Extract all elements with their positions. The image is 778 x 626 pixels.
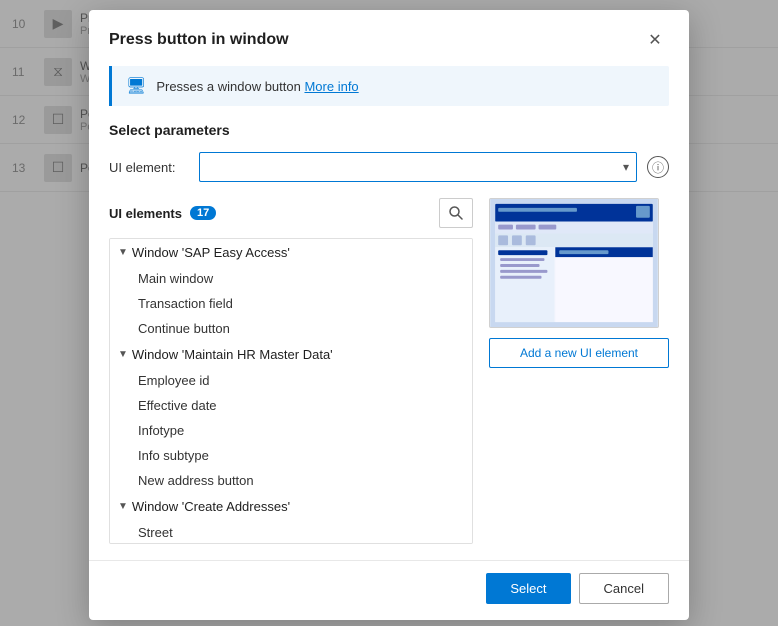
modal-header: Press button in window ✕	[89, 10, 689, 66]
more-info-link[interactable]: More info	[304, 79, 358, 94]
tree-item-transaction-field[interactable]: Transaction field	[110, 291, 472, 316]
ui-element-label: UI element:	[109, 160, 189, 175]
preview-image	[489, 198, 659, 328]
info-banner: 🖥 Presses a window button More info	[109, 66, 669, 106]
ui-element-select-wrapper: ▾	[199, 152, 637, 182]
tree-item-info-subtype[interactable]: Info subtype	[110, 443, 472, 468]
tree-group-maintain-hr: ▼ Window 'Maintain HR Master Data' Emplo…	[110, 341, 472, 493]
tree-group-header-create-addresses[interactable]: ▼ Window 'Create Addresses'	[110, 493, 472, 520]
ui-elements-badge: 17	[190, 206, 216, 220]
tree-item-effective-date[interactable]: Effective date	[110, 393, 472, 418]
left-panel: UI elements 17 ▼ Win	[109, 198, 473, 544]
modal-title: Press button in window	[109, 31, 289, 49]
chevron-icon: ▼	[118, 349, 128, 360]
ui-elements-header: UI elements 17	[109, 198, 473, 228]
tree-item-street[interactable]: Street	[110, 520, 472, 544]
params-title: Select parameters	[109, 122, 669, 138]
ui-elements-tree: ▼ Window 'SAP Easy Access' Main window T…	[109, 238, 473, 544]
tree-item-continue-button[interactable]: Continue button	[110, 316, 472, 341]
tree-group-create-addresses: ▼ Window 'Create Addresses' Street City …	[110, 493, 472, 544]
ui-elements-label: UI elements	[109, 206, 182, 221]
params-section: Select parameters UI element: ▾ ⓘ	[89, 122, 689, 198]
tree-group-label-create-addresses: Window 'Create Addresses'	[132, 499, 290, 514]
modal-dialog: Press button in window ✕ 🖥 Presses a win…	[89, 10, 689, 620]
ui-element-row: UI element: ▾ ⓘ	[109, 152, 669, 182]
close-button[interactable]: ✕	[641, 26, 669, 54]
chevron-icon: ▼	[118, 247, 128, 258]
tree-group-sap-easy-access: ▼ Window 'SAP Easy Access' Main window T…	[110, 239, 472, 341]
select-button[interactable]: Select	[486, 573, 570, 604]
tree-group-header-sap-easy-access[interactable]: ▼ Window 'SAP Easy Access'	[110, 239, 472, 266]
preview-svg	[490, 199, 658, 327]
modal-footer: Select Cancel	[89, 560, 689, 620]
cancel-button[interactable]: Cancel	[579, 573, 669, 604]
add-ui-element-button[interactable]: Add a new UI element	[489, 338, 669, 368]
tree-item-main-window[interactable]: Main window	[110, 266, 472, 291]
search-icon	[449, 206, 463, 220]
tree-group-label-maintain-hr: Window 'Maintain HR Master Data'	[132, 347, 333, 362]
tree-group-label-sap-easy-access: Window 'SAP Easy Access'	[132, 245, 290, 260]
info-text: Presses a window button More info	[156, 79, 358, 94]
right-panel: Add a new UI element	[489, 198, 669, 544]
field-info-button[interactable]: ⓘ	[647, 156, 669, 178]
modal-overlay: Press button in window ✕ 🖥 Presses a win…	[0, 0, 778, 626]
robot-icon: 🖥	[126, 76, 146, 96]
info-message: Presses a window button	[156, 79, 301, 94]
tree-item-infotype[interactable]: Infotype	[110, 418, 472, 443]
tree-group-header-maintain-hr[interactable]: ▼ Window 'Maintain HR Master Data'	[110, 341, 472, 368]
tree-item-new-address-button[interactable]: New address button	[110, 468, 472, 493]
chevron-icon: ▼	[118, 501, 128, 512]
tree-item-employee-id[interactable]: Employee id	[110, 368, 472, 393]
main-content: UI elements 17 ▼ Win	[89, 198, 689, 560]
ui-element-select[interactable]	[199, 152, 637, 182]
search-button[interactable]	[439, 198, 473, 228]
